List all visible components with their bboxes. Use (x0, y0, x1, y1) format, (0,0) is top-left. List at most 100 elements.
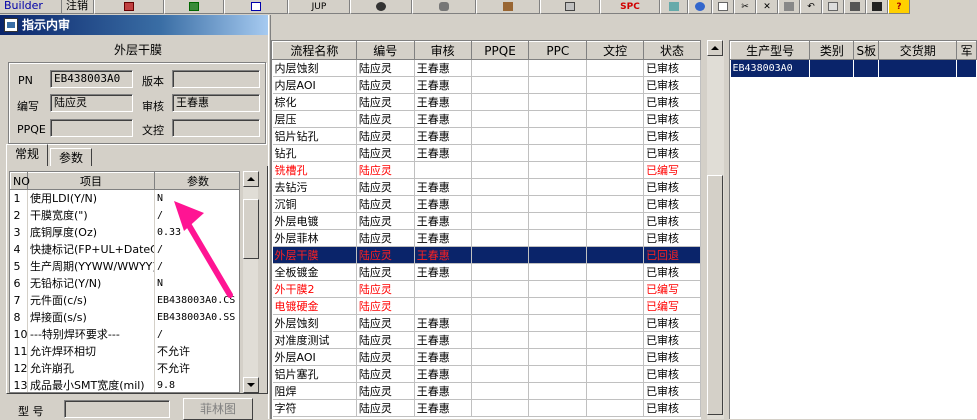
process-row[interactable]: 去钻污 陆应灵 王春惠 已审核 (272, 178, 701, 196)
toolbar-eye-button[interactable] (350, 0, 412, 14)
toolbar-globe-button[interactable] (688, 0, 712, 14)
film-drawing-button[interactable]: 菲林图 (183, 398, 253, 420)
process-row[interactable]: 外层菲林 陆应灵 王春惠 已审核 (272, 229, 701, 247)
product-header-due-date[interactable]: 交货期 (878, 41, 958, 60)
params-row[interactable]: 11 允许焊环相切 不允许 (10, 342, 239, 360)
toolbar-chart-button[interactable] (94, 0, 164, 14)
toolbar-tools-button[interactable] (476, 0, 540, 14)
scroll-thumb[interactable] (243, 199, 259, 259)
process-row[interactable]: 层压 陆应灵 王春惠 已审核 (272, 110, 701, 128)
process-row[interactable]: 字符 陆应灵 王春惠 已审核 (272, 399, 701, 417)
process-row[interactable]: 外干膜2 陆应灵 已编写 (272, 280, 701, 298)
toolbar-word-button[interactable] (224, 0, 288, 14)
tab-params[interactable]: 参数 (50, 148, 93, 166)
process-row[interactable]: 铝片钻孔 陆应灵 王春惠 已审核 (272, 127, 701, 145)
process-header-number[interactable]: 编号 (355, 41, 415, 60)
params-row[interactable]: 6 无铅标记(Y/N) N (10, 274, 239, 292)
process-header-audit[interactable]: 审核 (413, 41, 472, 60)
version-field[interactable] (172, 70, 260, 88)
params-header-item[interactable]: 项目 (27, 172, 155, 190)
process-row[interactable]: 沉铜 陆应灵 王春惠 已审核 (272, 195, 701, 213)
process-header-ppqe[interactable]: PPQE (470, 41, 530, 60)
toolbar-cube-button[interactable] (660, 0, 688, 14)
toolbar-new-button[interactable] (712, 0, 734, 14)
params-row-value[interactable]: EB438003A0.SS (154, 308, 239, 326)
toolbar-grid-button[interactable] (164, 0, 224, 14)
params-row-value[interactable]: / (154, 206, 239, 224)
toolbar-logout-button[interactable]: 注销 (62, 0, 94, 14)
toolbar-print-button[interactable] (844, 0, 866, 14)
params-scrollbar[interactable] (242, 171, 259, 393)
toolbar-builder-label[interactable]: Builder (0, 0, 62, 14)
pn-field[interactable]: EB438003A0 (50, 70, 133, 88)
params-row[interactable]: 1 使用LDI(Y/N) N (10, 189, 239, 207)
params-row-value[interactable]: N (154, 189, 239, 207)
params-row-value[interactable]: / (154, 240, 239, 258)
toolbar-undo-button[interactable]: ↶ (800, 0, 822, 14)
toolbar-binoculars-button[interactable] (866, 0, 888, 14)
params-row[interactable]: 10 ---特别焊环要求--- / (10, 325, 239, 343)
params-row-value[interactable]: / (154, 325, 239, 343)
process-scroll-thumb[interactable] (707, 175, 723, 415)
params-row[interactable]: 8 焊接面(s/s) EB438003A0.SS (10, 308, 239, 326)
tab-general[interactable]: 常规 (6, 144, 49, 166)
product-header-category[interactable]: 类别 (809, 41, 855, 60)
process-row[interactable]: 电镀硬金 陆应灵 已编写 (272, 297, 701, 315)
product-header-s-board[interactable]: S板 (853, 41, 880, 60)
review-field[interactable]: 王春惠 (172, 94, 260, 112)
scroll-up-button[interactable] (243, 171, 259, 187)
params-row-value[interactable]: 不允许 (154, 359, 239, 377)
params-row[interactable]: 12 允许崩孔 不允许 (10, 359, 239, 377)
process-row[interactable]: 外层蚀刻 陆应灵 王春惠 已审核 (272, 314, 701, 332)
process-row[interactable]: 外层电镀 陆应灵 王春惠 已审核 (272, 212, 701, 230)
params-row[interactable]: 3 底铜厚度(Oz) 0.33 (10, 223, 239, 241)
process-row[interactable]: 全板镀金 陆应灵 王春惠 已审核 (272, 263, 701, 281)
ppqe-field[interactable] (50, 119, 133, 137)
product-row[interactable]: EB438003A0 (730, 59, 977, 77)
params-row-value[interactable]: EB438003A0.CS (154, 291, 239, 309)
process-row[interactable]: 铣槽孔 陆应灵 已编写 (272, 161, 701, 179)
process-header-doc-control[interactable]: 文控 (586, 41, 645, 60)
toolbar-spc-button[interactable]: SPC (600, 0, 660, 14)
toolbar-help-button[interactable]: ? (888, 0, 910, 14)
process-row[interactable]: 钻孔 陆应灵 王春惠 已审核 (272, 144, 701, 162)
product-header-model[interactable]: 生产型号 (730, 41, 811, 60)
toolbar-cut-button[interactable]: ✂ (734, 0, 756, 14)
toolbar-copy-button[interactable] (822, 0, 844, 14)
params-row-value[interactable]: N (154, 274, 239, 292)
process-header-ppc[interactable]: PPC (528, 41, 588, 60)
params-row[interactable]: 13 成品最小SMT宽度(mil) 9.8 (10, 376, 239, 392)
process-row[interactable]: 内层AOI 陆应灵 王春惠 已审核 (272, 76, 701, 94)
process-row[interactable]: 外层干膜 陆应灵 王春惠 已回退 (272, 246, 701, 264)
process-row[interactable]: 棕化 陆应灵 王春惠 已审核 (272, 93, 701, 111)
toolbar-delete-button[interactable]: ✕ (756, 0, 778, 14)
params-row[interactable]: 5 生产周期(YYWW/WWYY) / (10, 257, 239, 275)
process-row[interactable]: 对准度测试 陆应灵 王春惠 已审核 (272, 331, 701, 349)
params-row-value[interactable]: 9.8 (154, 376, 239, 392)
params-row[interactable]: 4 快捷标记(FP+UL+DateC / (10, 240, 239, 258)
params-header-value[interactable]: 参数 (154, 172, 239, 190)
process-row[interactable]: 阻焊 陆应灵 王春惠 已审核 (272, 382, 701, 400)
params-row-value[interactable]: 0.33 (154, 223, 239, 241)
product-header-military[interactable]: 军 (956, 41, 977, 60)
toolbar-window-button[interactable] (540, 0, 600, 14)
process-row[interactable]: 铝片塞孔 陆应灵 王春惠 已审核 (272, 365, 701, 383)
params-row[interactable]: 7 元件面(c/s) EB438003A0.CS (10, 291, 239, 309)
toolbar-database-button[interactable] (412, 0, 476, 14)
process-row[interactable]: 外层AOI 陆应灵 王春惠 已审核 (272, 348, 701, 366)
process-header-name[interactable]: 流程名称 (272, 41, 357, 60)
writer-field[interactable]: 陆应灵 (50, 94, 133, 112)
process-row[interactable]: 内层蚀刻 陆应灵 王春惠 已审核 (272, 59, 701, 77)
process-scrollbar[interactable] (707, 40, 724, 419)
params-row-value[interactable]: 不允许 (154, 342, 239, 360)
model-field[interactable] (64, 400, 170, 418)
scroll-down-button[interactable] (243, 377, 259, 393)
params-header-no[interactable]: NO (10, 172, 30, 190)
process-header-status[interactable]: 状态 (643, 41, 701, 60)
params-row-value[interactable]: / (154, 257, 239, 275)
doc-control-field[interactable] (172, 119, 260, 137)
toolbar-jup-button[interactable]: JUP (288, 0, 350, 14)
process-scroll-up-button[interactable] (707, 40, 723, 56)
toolbar-save-button[interactable] (778, 0, 800, 14)
params-row[interactable]: 2 干膜宽度(") / (10, 206, 239, 224)
